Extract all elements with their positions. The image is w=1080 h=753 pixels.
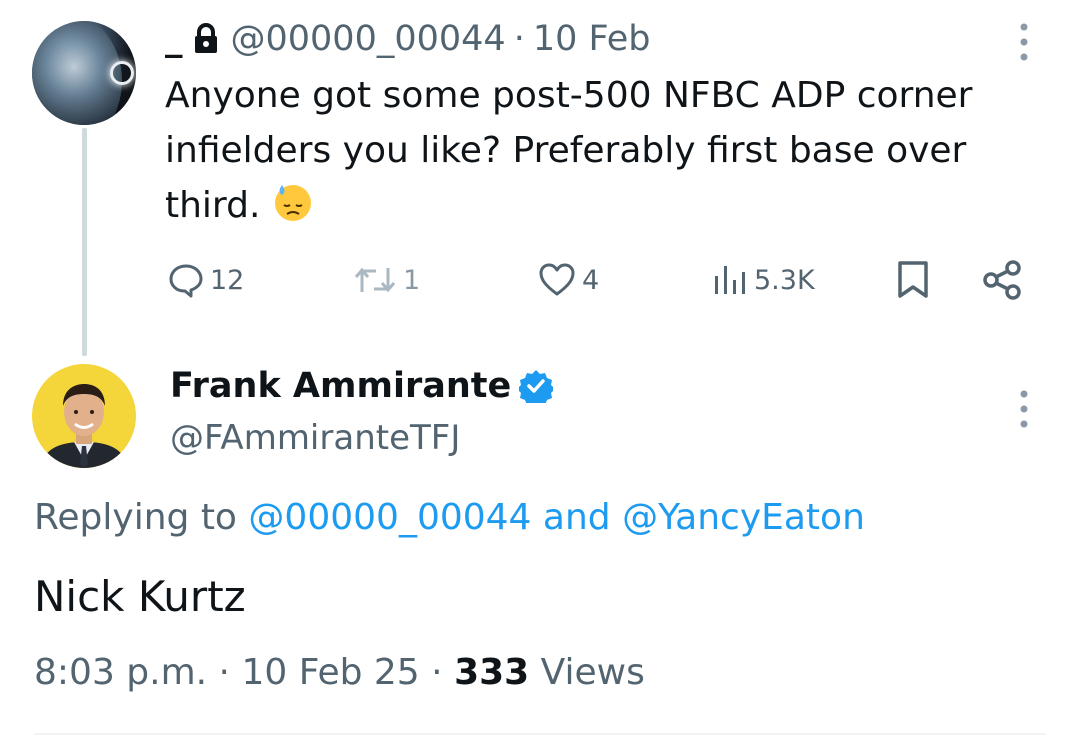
reply-author[interactable]: Frank Ammirante xyxy=(170,366,554,406)
share-icon[interactable] xyxy=(982,260,1022,300)
mention-link[interactable]: @YancyEaton xyxy=(622,497,865,538)
avatar-ring-image xyxy=(110,61,134,85)
reply-time[interactable]: 8:03 p.m. xyxy=(34,652,207,693)
more-vertical-icon[interactable] xyxy=(1019,389,1029,429)
reply-icon xyxy=(169,264,203,298)
reply-count: 12 xyxy=(210,264,245,296)
repost-action[interactable]: 1 xyxy=(353,258,420,302)
downcast-sweat-emoji-icon xyxy=(274,185,311,221)
replying-prefix: Replying to xyxy=(34,497,237,538)
reply-author-name[interactable]: Frank Ammirante xyxy=(170,366,511,406)
reply-action[interactable]: 12 xyxy=(168,258,244,302)
bookmark-icon[interactable] xyxy=(895,260,931,300)
meta-separator: · xyxy=(431,652,443,693)
divider xyxy=(34,733,1046,735)
replying-and[interactable]: and xyxy=(543,497,611,538)
reply-views-count[interactable]: 333 xyxy=(454,652,529,693)
views-count: 5.3K xyxy=(754,264,815,296)
header-separator: · xyxy=(513,19,525,59)
mention-link[interactable]: @00000_00044 xyxy=(248,497,531,538)
reply-date[interactable]: 10 Feb 25 xyxy=(241,652,419,693)
tweet-date[interactable]: 10 Feb xyxy=(533,19,651,59)
thread-connector-line xyxy=(82,128,87,356)
repost-icon xyxy=(354,267,396,293)
author-name[interactable]: _ xyxy=(165,19,183,59)
like-action[interactable]: 4 xyxy=(538,258,599,302)
avatar[interactable] xyxy=(32,364,136,468)
verified-badge-icon[interactable] xyxy=(519,369,554,403)
views-icon xyxy=(715,266,745,294)
tweet-header: _ @00000_00044 · 10 Feb xyxy=(165,14,650,64)
meta-separator: · xyxy=(218,652,230,693)
replying-to-line: Replying to @00000_00044 and @YancyEaton xyxy=(34,497,865,538)
tweet-text: Anyone got some post-500 NFBC ADP corner… xyxy=(165,68,1055,233)
reply-views-label[interactable]: Views xyxy=(541,652,645,693)
avatar-person-image xyxy=(40,384,128,468)
reply-author-handle[interactable]: @FAmmiranteTFJ xyxy=(170,418,460,458)
reply-meta: 8:03 p.m. · 10 Feb 25 · 333 Views xyxy=(34,652,645,693)
author-handle[interactable]: @00000_00044 xyxy=(231,19,506,59)
lock-icon xyxy=(194,23,217,53)
views-action[interactable]: 5.3K xyxy=(712,258,815,302)
avatar-planet-image xyxy=(32,21,122,125)
like-icon xyxy=(539,263,575,296)
more-vertical-icon[interactable] xyxy=(1019,22,1029,62)
tweet-thread: _ @00000_00044 · 10 Feb Anyone got some … xyxy=(0,0,1080,753)
reply-text: Nick Kurtz xyxy=(34,572,246,621)
repost-count: 1 xyxy=(403,264,421,296)
like-count: 4 xyxy=(582,264,600,296)
avatar[interactable] xyxy=(32,21,136,125)
